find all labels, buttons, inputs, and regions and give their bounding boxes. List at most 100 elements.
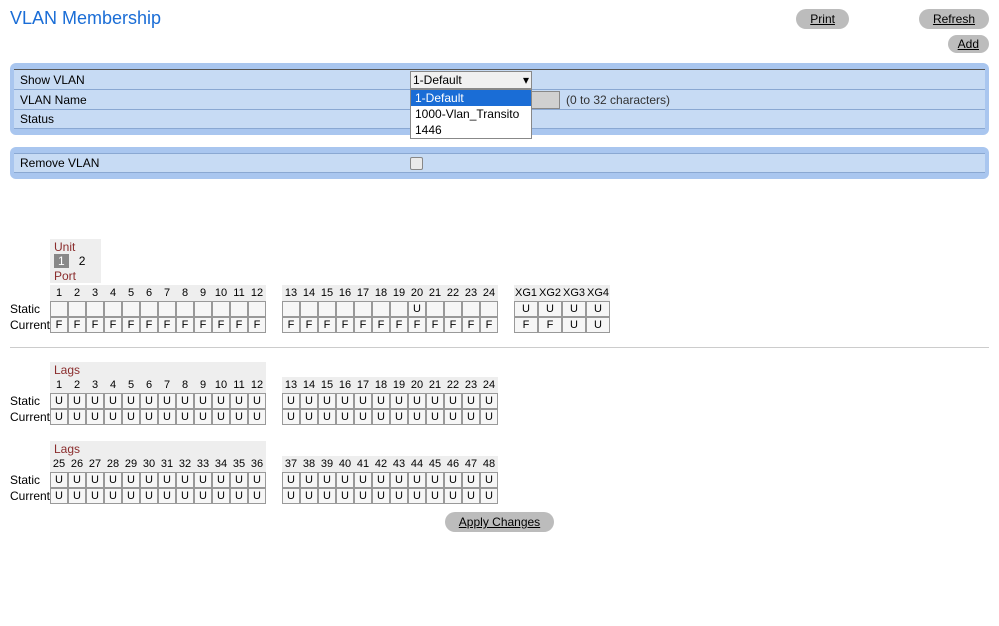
- port-cell[interactable]: U: [426, 393, 444, 409]
- port-cell[interactable]: U: [176, 472, 194, 488]
- port-cell[interactable]: [444, 301, 462, 317]
- port-cell: U: [50, 488, 68, 504]
- port-cell[interactable]: U: [282, 472, 300, 488]
- vlan-option-transito[interactable]: 1000-Vlan_Transito: [411, 106, 531, 122]
- port-cell[interactable]: U: [336, 393, 354, 409]
- port-cell[interactable]: U: [390, 393, 408, 409]
- port-cell[interactable]: U: [586, 301, 610, 317]
- row-label: Current: [10, 410, 50, 424]
- port-head: 14: [300, 377, 318, 393]
- port-cell[interactable]: U: [426, 472, 444, 488]
- port-cell[interactable]: U: [50, 393, 68, 409]
- port-cell[interactable]: U: [562, 301, 586, 317]
- port-cell[interactable]: U: [372, 393, 390, 409]
- port-cell[interactable]: U: [462, 393, 480, 409]
- add-button[interactable]: Add: [948, 35, 989, 53]
- port-head: 20: [408, 285, 426, 301]
- remove-vlan-checkbox[interactable]: [410, 157, 423, 170]
- port-cell[interactable]: [372, 301, 390, 317]
- vlan-option-1446[interactable]: 1446: [411, 122, 531, 138]
- show-vlan-select[interactable]: 1-Default ▾: [410, 71, 532, 89]
- port-cell[interactable]: U: [444, 393, 462, 409]
- port-cell[interactable]: [140, 301, 158, 317]
- port-cell[interactable]: U: [300, 472, 318, 488]
- unit-2[interactable]: 2: [75, 254, 90, 268]
- port-cell[interactable]: U: [514, 301, 538, 317]
- port-cell[interactable]: U: [390, 472, 408, 488]
- port-cell[interactable]: U: [230, 393, 248, 409]
- port-cell[interactable]: [212, 301, 230, 317]
- port-cell[interactable]: [86, 301, 104, 317]
- show-vlan-label: Show VLAN: [20, 73, 410, 87]
- port-cell: F: [158, 317, 176, 333]
- port-cell[interactable]: [104, 301, 122, 317]
- port-cell[interactable]: [480, 301, 498, 317]
- port-cell[interactable]: U: [248, 393, 266, 409]
- port-cell[interactable]: [176, 301, 194, 317]
- port-cell[interactable]: U: [336, 472, 354, 488]
- port-cell[interactable]: U: [408, 393, 426, 409]
- port-cell[interactable]: [426, 301, 444, 317]
- port-cell[interactable]: U: [248, 472, 266, 488]
- port-cell[interactable]: U: [354, 472, 372, 488]
- port-cell[interactable]: [50, 301, 68, 317]
- port-cell[interactable]: [462, 301, 480, 317]
- port-cell[interactable]: U: [158, 393, 176, 409]
- port-cell[interactable]: U: [212, 393, 230, 409]
- port-cell[interactable]: U: [480, 393, 498, 409]
- port-cell[interactable]: [122, 301, 140, 317]
- port-cell[interactable]: U: [372, 472, 390, 488]
- port-cell[interactable]: [300, 301, 318, 317]
- port-cell[interactable]: U: [86, 393, 104, 409]
- port-cell: U: [212, 488, 230, 504]
- port-cell[interactable]: U: [50, 472, 68, 488]
- port-head: 6: [140, 377, 158, 393]
- port-cell[interactable]: U: [230, 472, 248, 488]
- port-cell[interactable]: U: [462, 472, 480, 488]
- port-cell[interactable]: U: [480, 472, 498, 488]
- port-cell[interactable]: U: [354, 393, 372, 409]
- port-cell[interactable]: [390, 301, 408, 317]
- port-cell[interactable]: U: [212, 472, 230, 488]
- port-cell[interactable]: U: [194, 472, 212, 488]
- port-cell[interactable]: [230, 301, 248, 317]
- port-cell[interactable]: U: [194, 393, 212, 409]
- remove-vlan-panel: Remove VLAN: [10, 147, 989, 179]
- port-cell[interactable]: U: [68, 472, 86, 488]
- print-button[interactable]: Print: [796, 9, 849, 29]
- port-cell[interactable]: U: [104, 472, 122, 488]
- port-cell[interactable]: [194, 301, 212, 317]
- port-cell: U: [194, 409, 212, 425]
- port-cell[interactable]: U: [176, 393, 194, 409]
- port-cell[interactable]: U: [318, 472, 336, 488]
- port-cell[interactable]: U: [300, 393, 318, 409]
- vlan-option-default[interactable]: 1-Default: [411, 90, 531, 106]
- unit-1[interactable]: 1: [54, 254, 69, 268]
- port-cell[interactable]: U: [104, 393, 122, 409]
- port-cell[interactable]: [158, 301, 176, 317]
- port-cell[interactable]: [354, 301, 372, 317]
- port-cell[interactable]: U: [68, 393, 86, 409]
- port-cell[interactable]: U: [140, 472, 158, 488]
- port-cell[interactable]: U: [444, 472, 462, 488]
- port-cell[interactable]: U: [408, 472, 426, 488]
- port-cell[interactable]: U: [158, 472, 176, 488]
- port-cell[interactable]: U: [140, 393, 158, 409]
- port-cell[interactable]: U: [122, 472, 140, 488]
- port-cell[interactable]: U: [122, 393, 140, 409]
- port-head: 16: [336, 377, 354, 393]
- port-cell[interactable]: [318, 301, 336, 317]
- port-cell[interactable]: [282, 301, 300, 317]
- port-cell[interactable]: U: [408, 301, 426, 317]
- port-cell[interactable]: U: [318, 393, 336, 409]
- port-cell[interactable]: [68, 301, 86, 317]
- port-cell[interactable]: U: [86, 472, 104, 488]
- port-cell[interactable]: U: [282, 393, 300, 409]
- apply-changes-button[interactable]: Apply Changes: [445, 512, 554, 532]
- refresh-button[interactable]: Refresh: [919, 9, 989, 29]
- port-cell[interactable]: [336, 301, 354, 317]
- port-cell[interactable]: U: [538, 301, 562, 317]
- port-cell[interactable]: [248, 301, 266, 317]
- port-head: 31: [158, 456, 176, 472]
- port-cell: F: [248, 317, 266, 333]
